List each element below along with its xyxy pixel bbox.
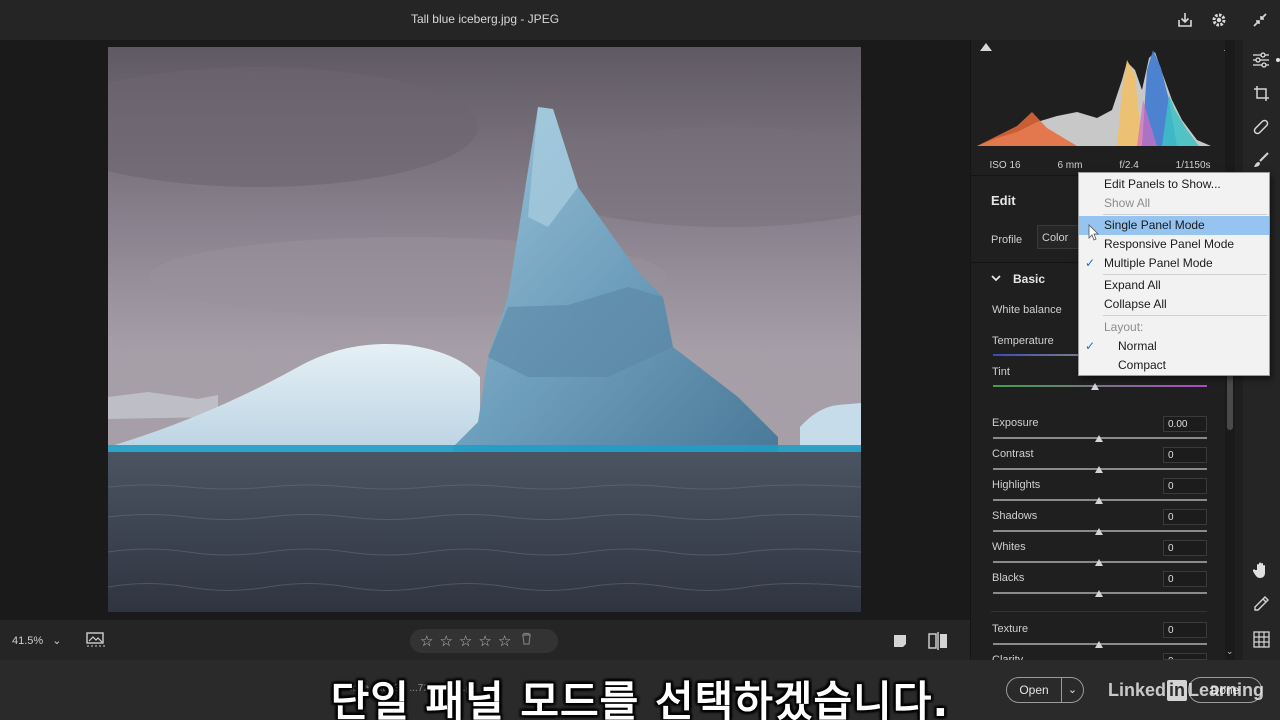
- exposure-slider-thumb[interactable]: [1095, 435, 1103, 442]
- menu-item-label: Layout:: [1104, 320, 1144, 334]
- active-indicator: [1276, 58, 1280, 62]
- star-icon[interactable]: ☆: [439, 634, 452, 649]
- menu-item-expand-all[interactable]: Expand All: [1079, 276, 1269, 295]
- exif-iso: ISO 16: [989, 160, 1021, 171]
- menu-separator: [1103, 214, 1267, 215]
- shadows-slider-thumb[interactable]: [1095, 528, 1103, 535]
- eyedropper-icon[interactable]: [1251, 594, 1271, 614]
- blacks-label: Blacks: [992, 572, 1025, 584]
- menu-item-layout-header: Layout:: [1079, 318, 1269, 337]
- menu-item-label: Edit Panels to Show...: [1104, 177, 1221, 191]
- star-rating[interactable]: ☆ ☆ ☆ ☆ ☆: [410, 629, 558, 653]
- texture-label: Texture: [992, 623, 1029, 635]
- menu-item-label: Compact: [1118, 358, 1167, 372]
- star-icon[interactable]: ☆: [420, 634, 433, 649]
- healing-bandage-icon[interactable]: [1251, 117, 1271, 137]
- edit-title: Edit: [991, 193, 1016, 208]
- menu-item-label: Normal: [1118, 339, 1157, 353]
- photo-preview[interactable]: [108, 47, 861, 612]
- divider: [991, 611, 1207, 612]
- tint-slider[interactable]: [993, 385, 1207, 387]
- clarity-value[interactable]: 0: [1163, 653, 1207, 660]
- highlights-value[interactable]: 0: [1163, 478, 1207, 494]
- brush-icon[interactable]: [1251, 150, 1271, 170]
- white-balance-label: White balance: [992, 304, 1062, 316]
- menu-item-single-panel-mode[interactable]: Single Panel Mode: [1079, 216, 1269, 235]
- checkmark-icon: ✓: [1085, 256, 1096, 270]
- highlights-label: Highlights: [992, 479, 1041, 491]
- collapse-icon[interactable]: [1249, 9, 1271, 31]
- whites-slider-thumb[interactable]: [1095, 559, 1103, 566]
- menu-separator: [1103, 315, 1267, 316]
- gear-icon[interactable]: [1208, 9, 1230, 31]
- image-canvas[interactable]: [0, 40, 970, 620]
- exif-shutter: 1/1150s: [1175, 160, 1211, 171]
- menu-item-layout-compact[interactable]: Compact: [1079, 356, 1269, 375]
- mouse-cursor: [1088, 224, 1100, 247]
- menu-item-label: Responsive Panel Mode: [1104, 237, 1235, 251]
- exposure-label: Exposure: [992, 417, 1039, 429]
- panel-options-menu: Edit Panels to Show... Show All Single P…: [1078, 172, 1270, 376]
- edit-sliders-icon[interactable]: [1251, 50, 1271, 70]
- profile-label: Profile: [991, 234, 1023, 246]
- compare-view-icon[interactable]: [928, 632, 948, 655]
- contrast-value[interactable]: 0: [1163, 447, 1207, 463]
- star-icon[interactable]: ☆: [459, 634, 472, 649]
- temperature-label: Temperature: [992, 335, 1054, 347]
- whites-label: Whites: [992, 541, 1026, 553]
- exif-focal: 6 mm: [1057, 160, 1083, 171]
- subtitle-caption: 단일 패널 모드를 선택하겠습니다.: [330, 677, 950, 720]
- menu-item-multiple-panel-mode[interactable]: ✓ Multiple Panel Mode: [1079, 254, 1269, 273]
- grid-icon[interactable]: [1251, 629, 1271, 649]
- menu-item-responsive-panel-mode[interactable]: Responsive Panel Mode: [1079, 235, 1269, 254]
- exif-info: ISO 16 6 mm f/2.4 1/1150s: [971, 160, 1229, 171]
- texture-slider-thumb[interactable]: [1095, 641, 1103, 648]
- filmstrip-icon[interactable]: [86, 632, 106, 653]
- menu-item-label: Expand All: [1104, 278, 1161, 292]
- exposure-value[interactable]: 0.00: [1163, 416, 1207, 432]
- title-bar: Tall blue iceberg.jpg - JPEG: [0, 0, 1280, 40]
- chevron-down-icon[interactable]: ⌄: [1226, 646, 1234, 657]
- single-view-icon[interactable]: [892, 633, 908, 654]
- scrollbar-thumb[interactable]: [1227, 370, 1233, 430]
- crop-icon[interactable]: [1251, 83, 1271, 103]
- menu-separator: [1103, 274, 1267, 275]
- contrast-label: Contrast: [992, 448, 1034, 460]
- shadows-value[interactable]: 0: [1163, 509, 1207, 525]
- blacks-value[interactable]: 0: [1163, 571, 1207, 587]
- menu-item-edit-panels[interactable]: Edit Panels to Show...: [1079, 175, 1269, 194]
- exif-aperture: f/2.4: [1119, 160, 1139, 171]
- zoom-value: 41.5%: [12, 635, 44, 647]
- blacks-slider-thumb[interactable]: [1095, 590, 1103, 597]
- texture-value[interactable]: 0: [1163, 622, 1207, 638]
- tint-slider-thumb[interactable]: [1091, 383, 1099, 390]
- basic-title: Basic: [1013, 272, 1046, 286]
- zoom-level[interactable]: 41.5% ⌄: [12, 634, 61, 647]
- whites-value[interactable]: 0: [1163, 540, 1207, 556]
- menu-item-label: Multiple Panel Mode: [1104, 256, 1213, 270]
- menu-item-layout-normal[interactable]: ✓ Normal: [1079, 337, 1269, 356]
- menu-item-label: Collapse All: [1104, 297, 1167, 311]
- trash-icon[interactable]: [521, 632, 532, 650]
- menu-item-label: Show All: [1104, 196, 1151, 210]
- window-title: Tall blue iceberg.jpg - JPEG: [410, 12, 560, 26]
- hand-icon[interactable]: [1251, 560, 1271, 580]
- highlights-slider-thumb[interactable]: [1095, 497, 1103, 504]
- chevron-down-icon: ⌄: [52, 635, 62, 647]
- menu-item-collapse-all[interactable]: Collapse All: [1079, 295, 1269, 314]
- chevron-down-icon: [991, 273, 1001, 285]
- shadows-label: Shadows: [992, 510, 1038, 522]
- tint-label: Tint: [992, 366, 1010, 378]
- star-icon[interactable]: ☆: [478, 634, 491, 649]
- bottom-toolbar: 41.5% ⌄ ☆ ☆ ☆ ☆ ☆: [0, 620, 970, 660]
- contrast-slider-thumb[interactable]: [1095, 466, 1103, 473]
- menu-item-show-all: Show All: [1079, 194, 1269, 213]
- export-icon[interactable]: [1174, 9, 1196, 31]
- checkmark-icon: ✓: [1085, 339, 1096, 353]
- star-icon[interactable]: ☆: [498, 634, 511, 649]
- menu-item-label: Single Panel Mode: [1104, 218, 1205, 232]
